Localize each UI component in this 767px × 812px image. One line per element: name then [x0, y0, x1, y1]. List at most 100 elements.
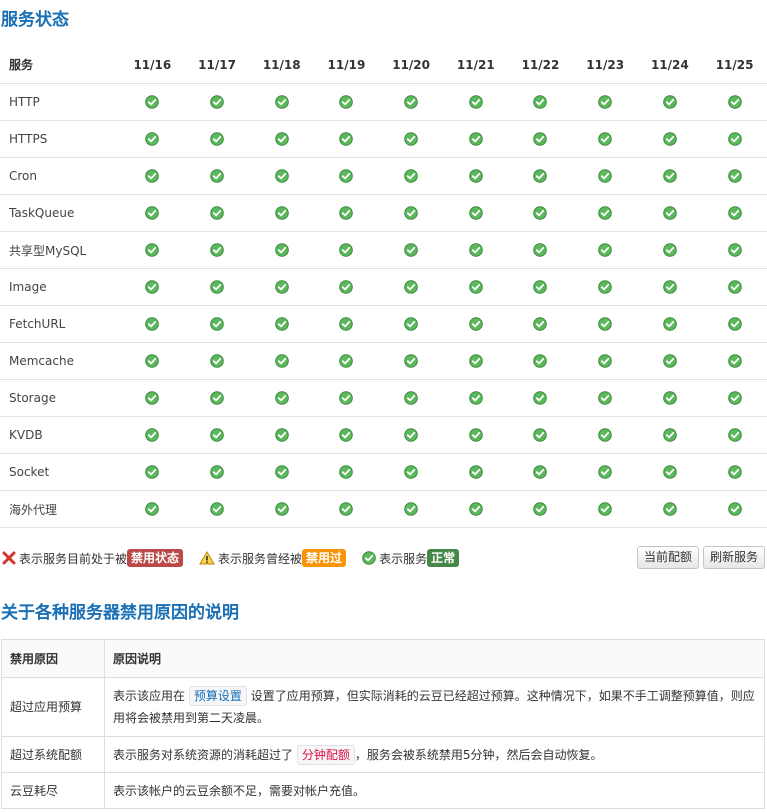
- status-cell: [120, 194, 185, 232]
- service-row: KVDB: [0, 416, 767, 454]
- reason-name: 云豆耗尽: [1, 772, 105, 809]
- status-cell: [249, 379, 315, 417]
- status-cell: [120, 157, 185, 195]
- status-cell: [120, 268, 185, 306]
- check-icon: [663, 354, 677, 369]
- legend-disabled: 表示服务目前处于被 禁用状态: [2, 549, 184, 567]
- status-cell: [249, 83, 315, 121]
- check-icon: [598, 317, 612, 332]
- check-icon: [145, 317, 160, 332]
- check-icon: [210, 354, 224, 369]
- description-text: ，服务会被系统禁用5分钟，然后会自动恢复。: [354, 747, 603, 762]
- service-row: Cron: [0, 157, 767, 195]
- check-icon: [145, 243, 160, 258]
- status-cell: [314, 416, 379, 454]
- status-cell: [314, 194, 379, 232]
- status-cell: [443, 379, 509, 417]
- check-icon: [727, 317, 742, 332]
- reason-description: 表示该应用在 预算设置 设置了应用预算，但实际消耗的云豆已经超过预算。这种情况下…: [104, 677, 765, 737]
- check-icon: [145, 95, 160, 110]
- status-cell: [637, 416, 703, 454]
- status-cell: [184, 194, 250, 232]
- check-icon: [598, 502, 612, 517]
- status-cell: [120, 120, 185, 158]
- status-cell: [702, 305, 767, 343]
- action-buttons: 当前配额 刷新服务: [636, 546, 765, 569]
- check-icon: [339, 243, 354, 258]
- status-cell: [443, 83, 509, 121]
- reasons-section-title: 关于各种服务器禁用原因的说明: [1, 603, 239, 623]
- service-row: HTTPS: [0, 120, 767, 158]
- date-column-header: 11/17: [184, 46, 250, 84]
- status-cell: [314, 157, 379, 195]
- check-icon: [339, 132, 354, 147]
- service-name: Storage: [0, 379, 120, 417]
- status-cell: [443, 416, 509, 454]
- check-icon: [727, 354, 742, 369]
- check-icon: [663, 391, 677, 406]
- refresh-services-button[interactable]: 刷新服务: [702, 546, 765, 569]
- normal-status-badge: 正常: [427, 549, 460, 567]
- check-icon: [727, 391, 742, 406]
- check-icon: [145, 280, 160, 295]
- warning-icon: [199, 551, 215, 565]
- disable-reasons-table: 禁用原因 原因说明 超过应用预算 表示该应用在 预算设置 设置了应用预算，但实际…: [1, 639, 765, 809]
- service-row: Image: [0, 268, 767, 306]
- check-icon: [339, 354, 354, 369]
- status-cell: [572, 453, 638, 491]
- check-icon: [727, 502, 742, 517]
- status-cell: [637, 342, 703, 380]
- status-cell: [572, 194, 638, 232]
- reason-name: 超过系统配额: [1, 736, 105, 773]
- check-icon: [404, 243, 418, 258]
- status-cell: [702, 490, 767, 528]
- check-icon: [339, 95, 354, 110]
- status-cell: [120, 416, 185, 454]
- status-cell: [378, 490, 444, 528]
- description-text: 表示服务对系统资源的消耗超过了: [113, 747, 294, 762]
- status-cell: [572, 157, 638, 195]
- status-legend: 表示服务目前处于被 禁用状态 表示服务曾经被 禁用过 表示服务 正常: [2, 547, 475, 569]
- status-cell: [249, 157, 315, 195]
- status-cell: [702, 453, 767, 491]
- status-cell: [572, 342, 638, 380]
- status-cell: [702, 120, 767, 158]
- check-icon: [210, 132, 224, 147]
- status-cell: [508, 194, 573, 232]
- status-cell: [508, 342, 573, 380]
- check-icon: [404, 169, 418, 184]
- minute-quota-link[interactable]: 分钟配额: [296, 744, 355, 765]
- check-icon: [468, 428, 483, 443]
- status-cell: [637, 305, 703, 343]
- status-cell: [378, 194, 444, 232]
- status-cell: [378, 453, 444, 491]
- check-icon: [274, 317, 289, 332]
- check-icon: [533, 465, 548, 480]
- reason-row: 超过应用预算 表示该应用在 预算设置 设置了应用预算，但实际消耗的云豆已经超过预…: [1, 677, 765, 737]
- status-cell: [443, 120, 509, 158]
- date-column-header: 11/23: [572, 46, 638, 84]
- status-cell: [508, 268, 573, 306]
- budget-settings-link[interactable]: 预算设置: [188, 686, 247, 706]
- status-cell: [572, 83, 638, 121]
- status-cell: [702, 194, 767, 232]
- check-icon: [533, 280, 548, 295]
- status-cell: [702, 157, 767, 195]
- status-cell: [120, 342, 185, 380]
- status-cell: [184, 453, 250, 491]
- status-cell: [443, 342, 509, 380]
- status-cell: [378, 83, 444, 121]
- check-icon: [274, 243, 289, 258]
- status-cell: [249, 416, 315, 454]
- check-icon: [210, 465, 224, 480]
- status-cell: [120, 453, 185, 491]
- status-cell: [314, 305, 379, 343]
- status-cell: [637, 490, 703, 528]
- check-icon: [210, 428, 224, 443]
- current-quota-button[interactable]: 当前配额: [636, 546, 699, 569]
- description-column-header: 原因说明: [104, 639, 765, 678]
- check-icon: [663, 317, 677, 332]
- status-cell: [120, 83, 185, 121]
- check-icon: [598, 169, 612, 184]
- check-icon: [727, 169, 742, 184]
